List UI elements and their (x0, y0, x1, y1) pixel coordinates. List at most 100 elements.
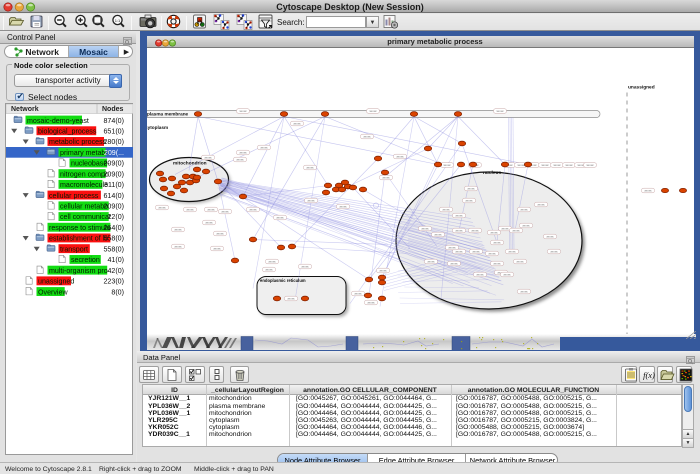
svg-text:xx-xx: xx-xx (265, 268, 272, 272)
svg-text:xx-xx: xx-xx (396, 155, 403, 159)
svg-text:xx-xx: xx-xx (472, 250, 479, 254)
svg-text:xx-xx: xx-xx (367, 301, 374, 305)
svg-text:transport: transport (60, 245, 88, 253)
svg-text:plasma membrane: plasma membrane (147, 112, 189, 117)
svg-text:xx-xx: xx-xx (520, 290, 527, 294)
svg-text:Overview: Overview (38, 288, 68, 296)
svg-text:xx-xx: xx-xx (306, 166, 313, 170)
svg-text:xx-xx: xx-xx (287, 297, 294, 301)
svg-text:xx-xx: xx-xx (249, 208, 256, 212)
svg-text:22(0): 22(0) (107, 213, 124, 221)
svg-text:f(x): f(x) (643, 370, 655, 380)
svg-text:209(0): 209(0) (103, 170, 124, 178)
svg-text:xx-xx: xx-xx (339, 205, 346, 209)
svg-text:xx-xx: xx-xx (455, 250, 462, 254)
svg-text:xx-xx: xx-xx (354, 292, 361, 296)
svg-text:Nodes: Nodes (102, 106, 124, 113)
svg-text:558(0): 558(0) (103, 245, 124, 253)
svg-text:xx-xx: xx-xx (522, 224, 529, 228)
svg-text:xx-xx: xx-xx (434, 233, 441, 237)
svg-text:nucleus: nucleus (483, 170, 501, 176)
svg-text:xx-xx: xx-xx (488, 252, 495, 256)
svg-text:cellular process: cellular process (49, 192, 99, 200)
svg-text:xx-xx: xx-xx (307, 199, 314, 203)
svg-text:xx-xx: xx-xx (550, 250, 557, 254)
svg-text:xx-xx: xx-xx (158, 206, 165, 210)
svg-text:metabolic process: metabolic process (49, 138, 107, 146)
svg-text:xx-xx: xx-xx (382, 176, 389, 180)
svg-text:xx-xx: xx-xx (301, 265, 308, 269)
svg-text:xx-xx: xx-xx (476, 273, 483, 277)
svg-text:xx-xx: xx-xx (205, 221, 212, 225)
svg-text:cytoplasm: cytoplasm (147, 125, 168, 130)
svg-text:xx-xx: xx-xx (516, 260, 523, 264)
svg-text:xx-xx: xx-xx (586, 163, 593, 167)
svg-text:xx-xx: xx-xx (213, 247, 220, 251)
svg-text:xx-xx: xx-xx (493, 262, 500, 266)
svg-text:xx-xx: xx-xx (369, 109, 376, 113)
svg-text:xx-xx: xx-xx (443, 163, 450, 167)
svg-text:558(0): 558(0) (103, 235, 124, 243)
svg-text:874(0): 874(0) (103, 117, 124, 125)
svg-text:xx-xx: xx-xx (541, 163, 548, 167)
svg-text:xx-xx: xx-xx (455, 214, 462, 218)
svg-text:xx-xx: xx-xx (221, 210, 228, 214)
svg-text:mosaic-demo-yeast: mosaic-demo-yeast (27, 117, 89, 125)
svg-text:xx-xx: xx-xx (260, 146, 267, 150)
svg-text:establishment of lo: establishment of lo (49, 235, 108, 243)
svg-text:xx-xx: xx-xx (427, 260, 434, 264)
svg-text:42(0): 42(0) (107, 267, 124, 275)
svg-text:xx-xx: xx-xx (465, 199, 472, 203)
svg-text:xx-xx: xx-xx (493, 241, 500, 245)
svg-text:xx-xx: xx-xx (239, 151, 246, 155)
svg-text:209(...: 209(... (104, 149, 124, 157)
svg-text:xx-xx: xx-xx (565, 163, 572, 167)
svg-text:xx-xx: xx-xx (471, 229, 478, 233)
svg-text:41(0): 41(0) (107, 256, 124, 264)
svg-text:209(0): 209(0) (103, 203, 124, 211)
svg-text:xx-xx: xx-xx (442, 208, 449, 212)
svg-text:cellular metabo: cellular metabo (60, 203, 108, 211)
svg-text:xx-xx: xx-xx (455, 229, 462, 233)
svg-text:xx-xx: xx-xx (236, 158, 243, 162)
svg-text:xx-xx: xx-xx (186, 208, 193, 212)
svg-text:xx-xx: xx-xx (379, 269, 386, 273)
svg-text:xx-xx: xx-xx (174, 245, 181, 249)
svg-text:614(0): 614(0) (103, 192, 124, 200)
svg-text:biological_process: biological_process (38, 128, 97, 136)
svg-text:xx-xx: xx-xx (490, 231, 497, 235)
svg-text:xx-xx: xx-xx (517, 163, 524, 167)
svg-text:macromolecule: macromolecule (60, 181, 108, 189)
svg-text:nitrogen compo: nitrogen compo (60, 170, 109, 178)
svg-text:endoplasmic reticulum: endoplasmic reticulum (260, 278, 306, 283)
svg-text:xx-xx: xx-xx (520, 208, 527, 212)
svg-text:xx-xx: xx-xx (363, 135, 370, 139)
svg-text:cell communicat: cell communicat (60, 213, 111, 221)
svg-text:unassigned: unassigned (628, 85, 655, 91)
svg-text:xx-xx: xx-xx (421, 227, 428, 231)
svg-text:xx-xx: xx-xx (268, 260, 275, 264)
svg-text:xx-xx: xx-xx (239, 109, 246, 113)
svg-text:xx-xx: xx-xx (293, 122, 300, 126)
svg-text:209(0): 209(0) (103, 160, 124, 168)
svg-text:xx-xx: xx-xx (467, 187, 474, 191)
svg-text:xx-xx: xx-xx (207, 208, 214, 212)
svg-text:xx-xx: xx-xx (553, 163, 560, 167)
svg-text:xx-xx: xx-xx (204, 156, 211, 160)
svg-text:223(0): 223(0) (103, 278, 124, 286)
svg-text:264(0): 264(0) (103, 224, 124, 232)
svg-text:response to stimulu: response to stimulu (49, 224, 111, 232)
svg-text:1:1: 1:1 (114, 18, 120, 23)
svg-text:unassigned: unassigned (38, 278, 74, 286)
svg-text:xx-xx: xx-xx (512, 229, 519, 233)
svg-text:primary metabo: primary metabo (60, 149, 109, 157)
svg-text:311(0): 311(0) (104, 181, 124, 189)
svg-text:xx-xx: xx-xx (501, 227, 508, 231)
svg-text:Network: Network (11, 106, 39, 113)
svg-text:xx-xx: xx-xx (448, 246, 455, 250)
svg-text:xx-xx: xx-xx (508, 250, 515, 254)
svg-text:651(0): 651(0) (103, 128, 124, 136)
svg-text:xx-xx: xx-xx (537, 203, 544, 207)
svg-text:8(0): 8(0) (111, 288, 124, 296)
svg-text:280(0): 280(0) (103, 138, 124, 146)
